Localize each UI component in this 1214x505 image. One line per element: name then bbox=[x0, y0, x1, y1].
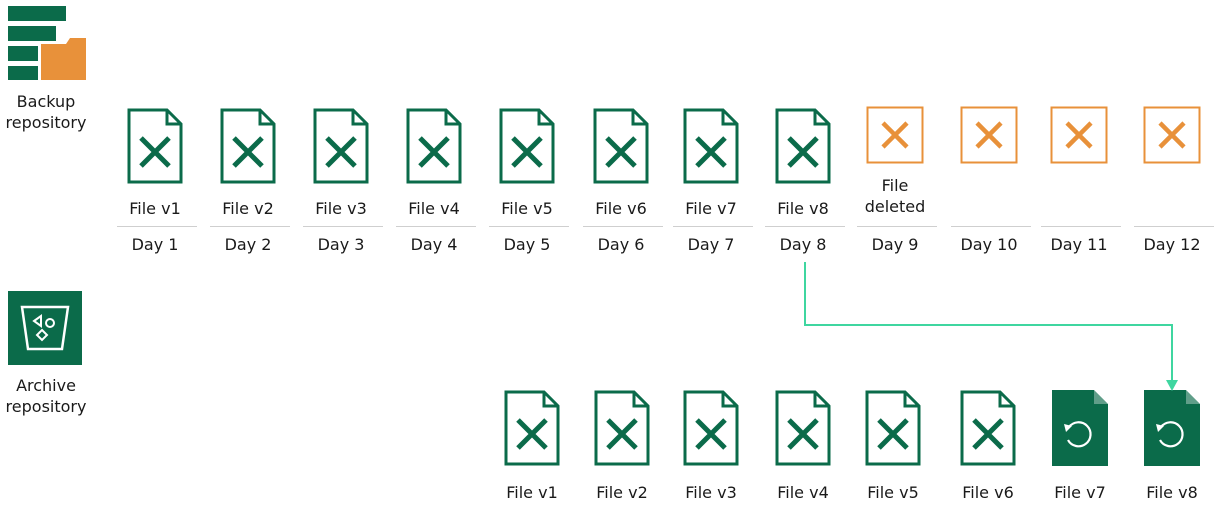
archive-arrow bbox=[804, 262, 1178, 391]
